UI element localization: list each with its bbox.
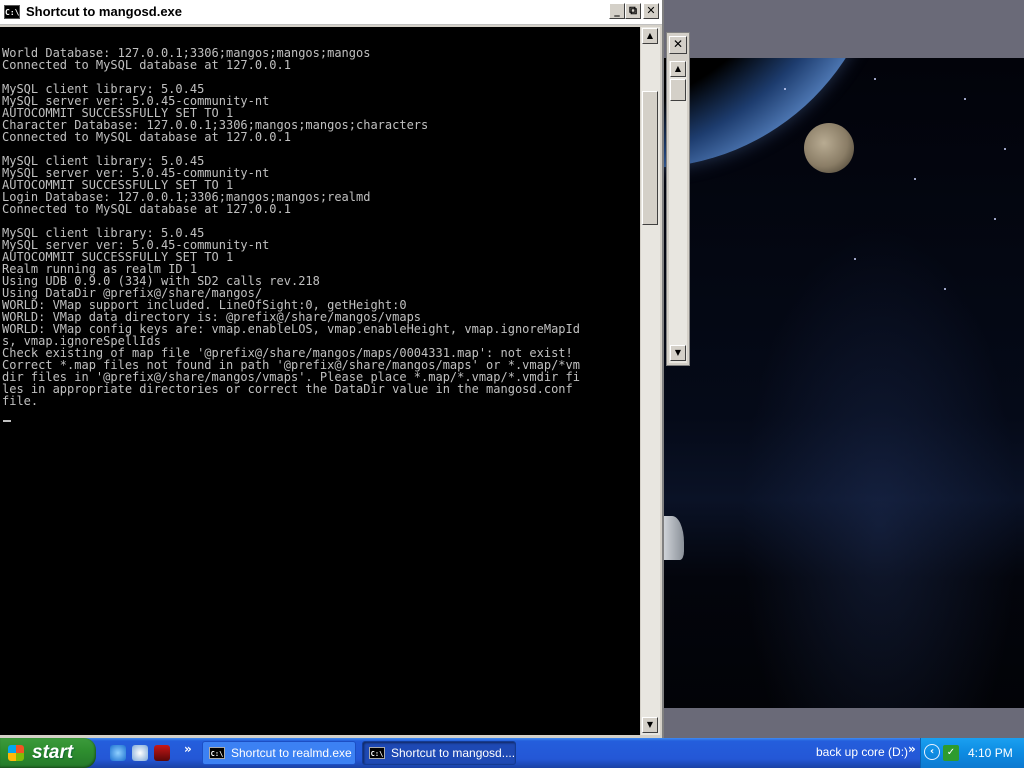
star bbox=[964, 98, 966, 100]
console-scrollbar[interactable]: ▲ ▼ bbox=[641, 27, 660, 735]
star bbox=[854, 258, 856, 260]
scrollbar-thumb[interactable] bbox=[642, 91, 658, 225]
scroll-down-icon[interactable]: ▼ bbox=[642, 717, 658, 733]
minimize-button[interactable]: _ bbox=[609, 3, 625, 19]
boat-image bbox=[664, 516, 684, 560]
task-label: Shortcut to mangosd.... bbox=[391, 746, 516, 760]
console-output[interactable]: World Database: 127.0.0.1;3306;mangos;ma… bbox=[0, 27, 640, 735]
console-text: World Database: 127.0.0.1;3306;mangos;ma… bbox=[2, 46, 580, 408]
quick-launch-chevron-icon[interactable]: » bbox=[184, 742, 192, 756]
star bbox=[1004, 148, 1006, 150]
ie-icon[interactable] bbox=[110, 745, 126, 761]
star bbox=[914, 178, 916, 180]
app-icon[interactable] bbox=[154, 745, 170, 761]
media-player-icon[interactable] bbox=[132, 745, 148, 761]
window-title: Shortcut to mangosd.exe bbox=[26, 4, 183, 19]
second-window-scrollbar[interactable]: ▲ ▼ bbox=[669, 61, 687, 363]
second-console-window[interactable]: ✕ ▲ ▼ bbox=[666, 32, 690, 366]
space-wallpaper-image bbox=[664, 58, 1024, 708]
moon-image bbox=[804, 123, 854, 173]
drive-toolbar-label[interactable]: back up core (D:) bbox=[816, 745, 908, 759]
task-mangosd[interactable]: C:\ Shortcut to mangosd.... bbox=[362, 741, 516, 765]
taskbar: start » C:\ Shortcut to realmd.exe C:\ S… bbox=[0, 738, 1024, 768]
toolbar-chevron-icon[interactable]: » bbox=[908, 742, 916, 756]
cmd-icon[interactable]: C:\ bbox=[4, 5, 20, 19]
scroll-up-icon[interactable]: ▲ bbox=[670, 61, 686, 77]
clock[interactable]: 4:10 PM bbox=[968, 746, 1013, 760]
cmd-icon: C:\ bbox=[369, 747, 385, 759]
start-label: start bbox=[32, 742, 74, 763]
scroll-up-icon[interactable]: ▲ bbox=[642, 28, 658, 44]
scrollbar-thumb[interactable] bbox=[670, 79, 686, 101]
scroll-down-icon[interactable]: ▼ bbox=[670, 345, 686, 361]
star bbox=[874, 78, 876, 80]
title-bar[interactable]: C:\ Shortcut to mangosd.exe _ ⧉ ✕ bbox=[0, 0, 662, 25]
wallpaper-border-bottom bbox=[664, 708, 1024, 738]
tray-expand-icon[interactable]: ‹ bbox=[924, 744, 940, 760]
cmd-icon: C:\ bbox=[209, 747, 225, 759]
safely-remove-hardware-icon[interactable]: ✓ bbox=[943, 745, 959, 761]
task-label: Shortcut to realmd.exe bbox=[231, 746, 352, 760]
wallpaper-border-top bbox=[664, 0, 1024, 58]
console-window[interactable]: C:\ Shortcut to mangosd.exe _ ⧉ ✕ World … bbox=[0, 0, 664, 738]
windows-flag-icon bbox=[8, 745, 24, 761]
text-cursor bbox=[3, 420, 11, 422]
system-tray: ‹ ✓ 4:10 PM bbox=[920, 738, 1024, 768]
star bbox=[784, 88, 786, 90]
star bbox=[994, 218, 996, 220]
restore-button[interactable]: ⧉ bbox=[625, 3, 641, 19]
start-button[interactable]: start bbox=[0, 738, 96, 768]
task-realmd[interactable]: C:\ Shortcut to realmd.exe bbox=[202, 741, 356, 765]
close-button[interactable]: ✕ bbox=[643, 3, 659, 19]
star bbox=[944, 288, 946, 290]
close-icon[interactable]: ✕ bbox=[669, 36, 687, 54]
